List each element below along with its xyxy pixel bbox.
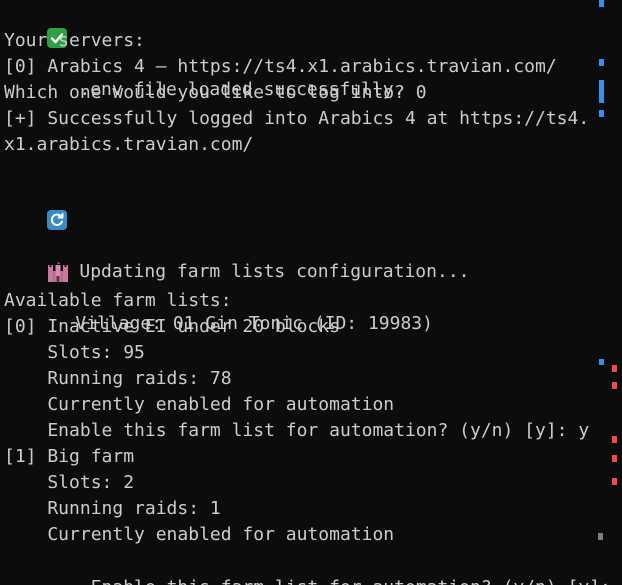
terminal-line-server-0: [0] Arabics 4 — https://ts4.x1.arabics.t… <box>4 56 557 77</box>
scrollbar-marker-blue <box>599 110 604 117</box>
scrollbar-marker-red <box>612 478 617 485</box>
terminal-line-list1-status: Currently enabled for automation <box>4 524 395 545</box>
terminal-line-login-success-2: x1.arabics.travian.com/ <box>4 134 254 155</box>
terminal-line-login-success-1: [+] Successfully logged into Arabics 4 a… <box>4 108 590 129</box>
scrollbar-marker-red <box>612 382 617 389</box>
list1-prompt-text: Enable this farm list for automation? (y… <box>47 577 621 585</box>
scrollbar-marker-blue <box>599 0 604 7</box>
refresh-icon <box>47 210 68 230</box>
scrollbar-marker-blue <box>599 59 604 66</box>
terminal-line-list0-slots: Slots: 95 <box>4 342 145 363</box>
scrollbar-marker-gray <box>598 533 603 540</box>
terminal-line-which-one-prompt: Which one would you like to log into? 0 <box>4 82 427 103</box>
terminal-line-list0-status: Currently enabled for automation <box>4 394 395 415</box>
terminal-line-list1-slots: Slots: 2 <box>4 472 135 493</box>
scrollbar-marker-blue <box>599 80 604 103</box>
scrollbar-marker-red <box>612 455 617 462</box>
terminal-line-env-loaded: .env file loaded successfully. <box>4 2 404 100</box>
terminal-line-list0-raids: Running raids: 78 <box>4 368 232 389</box>
terminal-line-list1-prompt[interactable]: Enable this farm list for automation? (y… <box>4 548 622 585</box>
castle-icon <box>47 262 69 282</box>
terminal-line-village: Village: 01 Gin Tonic (ID: 19983) <box>4 236 433 334</box>
scrollbar-marker-blue <box>599 359 604 365</box>
terminal-line-list1-title: [1] Big farm <box>4 446 135 467</box>
terminal-line-updating: Updating farm lists configuration... <box>4 184 470 282</box>
terminal-line-your-servers: Your servers: <box>4 30 145 51</box>
terminal-line-available-lists: Available farm lists: <box>4 290 232 311</box>
terminal-line-list0-prompt: Enable this farm list for automation? (y… <box>4 420 590 441</box>
scrollbar-marker-red <box>612 436 617 443</box>
terminal-line-list0-title: [0] Inactive EI under 20 blocks <box>4 316 340 337</box>
terminal-line-list1-raids: Running raids: 1 <box>4 498 221 519</box>
terminal-window[interactable]: .env file loaded successfully. Your serv… <box>0 0 622 585</box>
scrollbar-marker-red <box>612 365 617 372</box>
